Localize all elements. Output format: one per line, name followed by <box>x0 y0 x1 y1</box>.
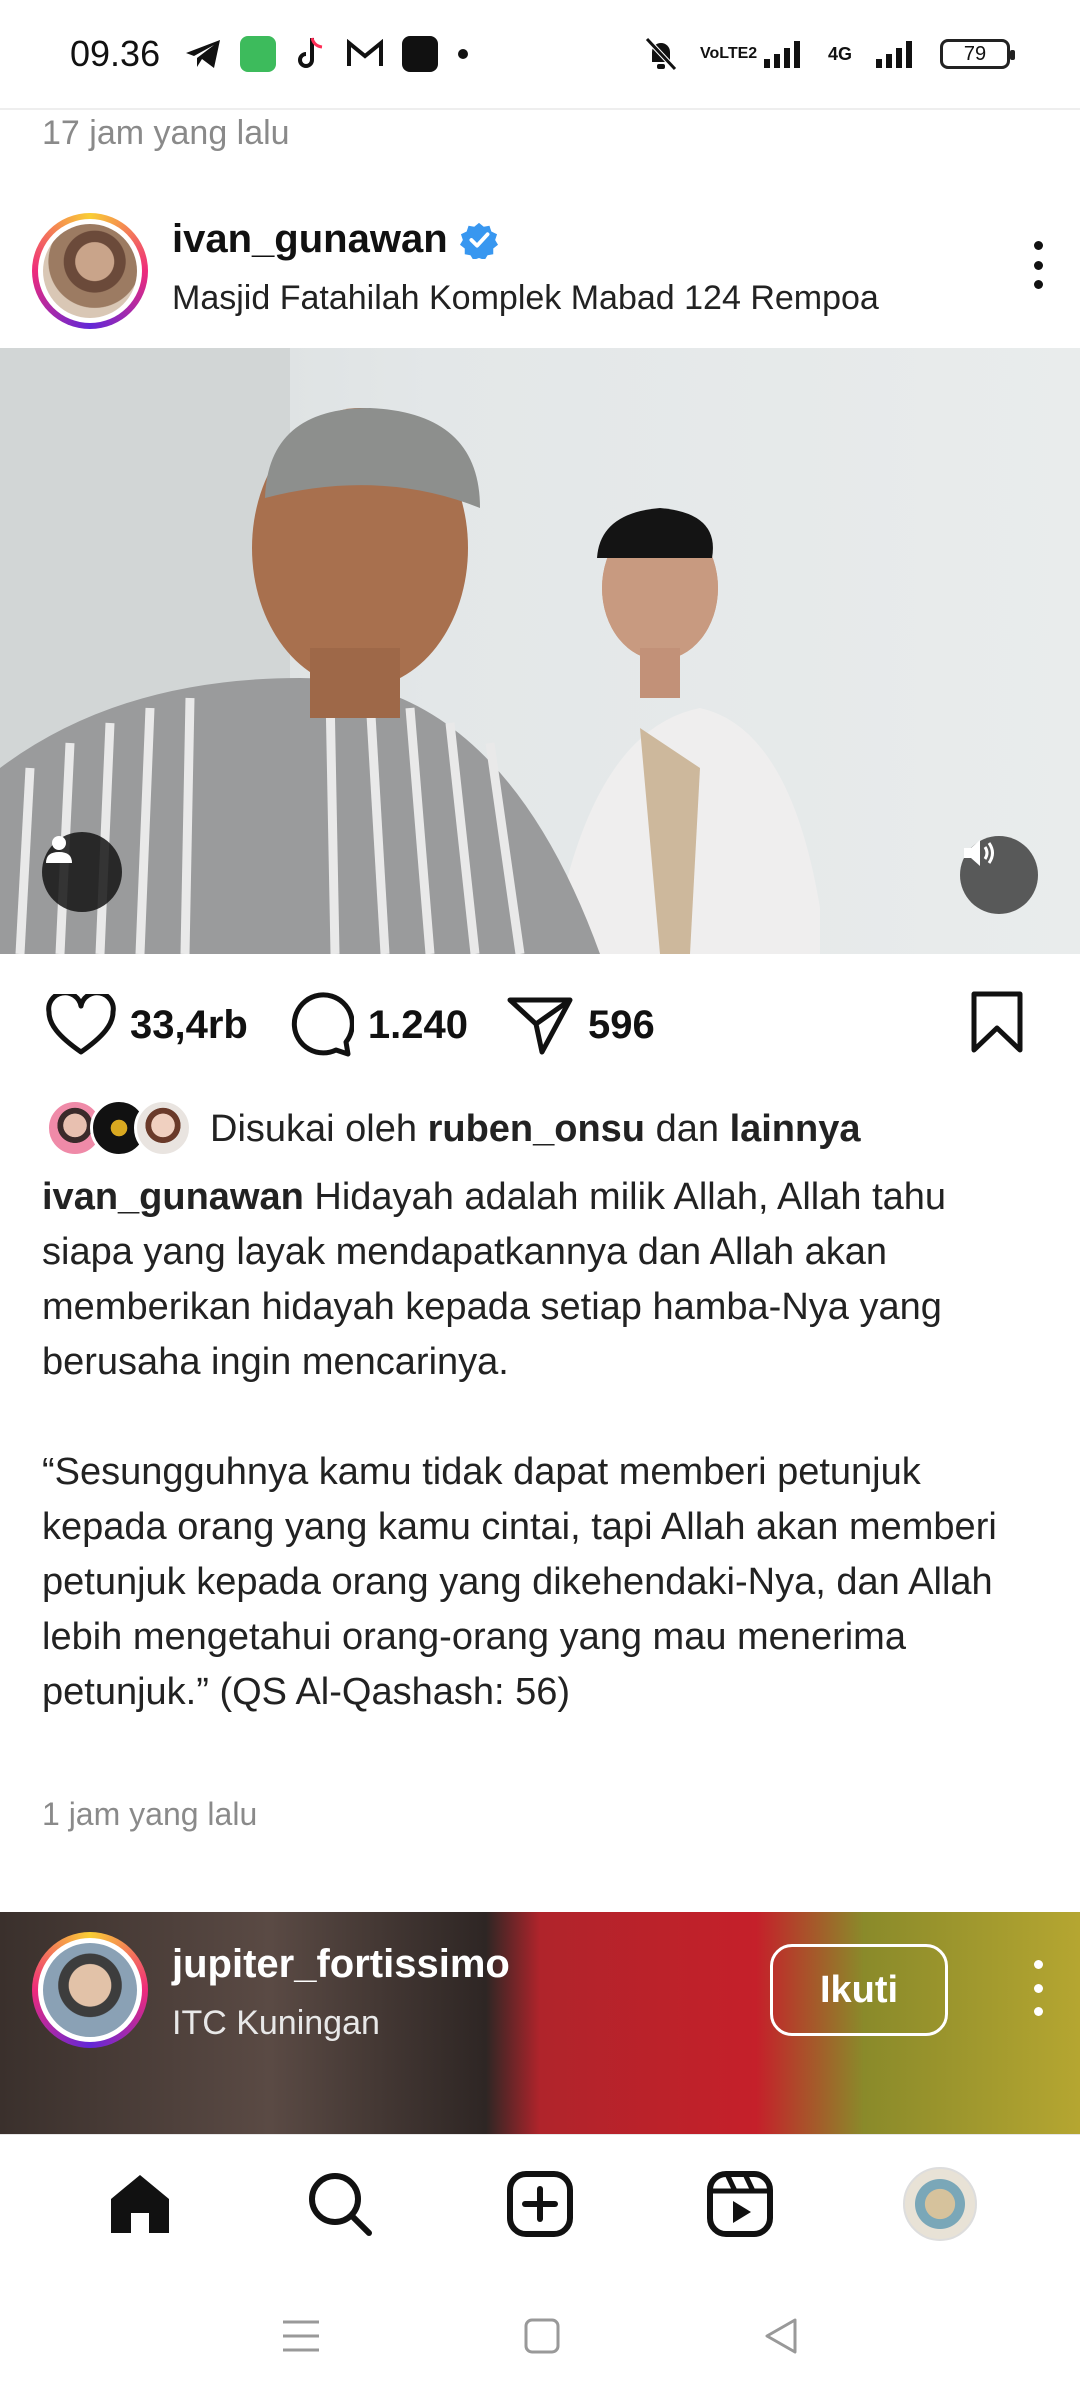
post-header: ivan_gunawan Masjid Fatahilah Komplek Ma… <box>0 205 1080 340</box>
volume-icon <box>964 840 994 866</box>
like-count[interactable]: 33,4rb <box>130 1003 248 1048</box>
network-type-label: 4G <box>827 44 852 64</box>
reels-icon[interactable] <box>705 2169 775 2239</box>
liker-avatar <box>134 1099 192 1157</box>
calculator-app-icon <box>240 36 277 72</box>
profile-avatar[interactable] <box>903 2166 977 2241</box>
next-post-username[interactable]: jupiter_fortissimo <box>172 1942 510 1987</box>
heart-icon[interactable] <box>46 994 116 1056</box>
photo-illustration <box>0 348 820 954</box>
sound-toggle-button[interactable] <box>960 836 1038 914</box>
home-icon[interactable] <box>105 2171 175 2237</box>
follow-button[interactable]: Ikuti <box>770 1944 948 2036</box>
liked-by-conj: dan <box>655 1107 719 1150</box>
liked-by-avatars <box>46 1099 196 1159</box>
notification-icons <box>184 36 470 72</box>
post-username[interactable]: ivan_gunawan <box>172 217 498 262</box>
home-button-icon[interactable] <box>522 2316 562 2356</box>
next-post-header: jupiter_fortissimo ITC Kuningan Ikuti <box>0 1912 1080 2134</box>
signal-icon <box>763 41 800 68</box>
username-text[interactable]: ivan_gunawan <box>172 217 448 262</box>
nav-home[interactable] <box>95 2159 185 2249</box>
post-photo[interactable] <box>0 348 1080 954</box>
post-actions: 33,4rb 1.240 596 <box>0 980 1080 1070</box>
bottom-navigation <box>0 2134 1080 2272</box>
tagged-people-button[interactable] <box>42 832 122 912</box>
recent-apps-icon[interactable] <box>279 2316 323 2356</box>
next-post-more-options-button[interactable] <box>1018 1960 1058 2016</box>
liked-by-prefix: Disukai oleh <box>210 1107 417 1150</box>
previous-post-time: 17 jam yang lalu <box>42 114 290 152</box>
like-action[interactable]: 33,4rb <box>46 994 248 1056</box>
app-notification-icon <box>402 36 439 72</box>
person-icon <box>46 836 72 863</box>
telegram-icon <box>186 40 221 68</box>
tiktok-icon <box>298 37 323 68</box>
share-count[interactable]: 596 <box>588 1003 655 1048</box>
nav-create[interactable] <box>495 2159 585 2249</box>
volte-label: VoLTE2 <box>699 45 758 62</box>
comment-count[interactable]: 1.240 <box>368 1003 468 1048</box>
verified-badge-icon <box>459 222 498 259</box>
liked-by-others-link[interactable]: lainnya <box>730 1108 861 1150</box>
next-post-location[interactable]: ITC Kuningan <box>172 2004 380 2043</box>
nav-reels[interactable] <box>695 2159 785 2249</box>
status-time: 09.36 <box>70 33 161 74</box>
share-icon[interactable] <box>506 994 574 1056</box>
caption-paragraph-2: “Sesungguhnya kamu tidak dapat memberi p… <box>42 1451 997 1713</box>
avatar-image <box>43 224 137 318</box>
caption-paragraph-1: ivan_gunawan Hidayah adalah milik Allah,… <box>42 1170 1042 1390</box>
liked-by-text[interactable]: Disukai oleh ruben_onsu dan lainnya <box>210 1108 861 1151</box>
mute-bell-icon <box>645 37 677 71</box>
signal-icon-2 <box>876 41 912 68</box>
post-avatar[interactable] <box>32 213 148 329</box>
post-timestamp: 1 jam yang lalu <box>42 1796 258 1832</box>
bookmark-icon[interactable] <box>968 990 1026 1054</box>
comment-action[interactable]: 1.240 <box>286 992 468 1058</box>
search-icon[interactable] <box>305 2169 375 2239</box>
next-post-avatar[interactable] <box>32 1932 148 2048</box>
status-bar: 09.36 VoLTE2 4G 79 <box>0 0 1080 108</box>
post-more-options-button[interactable] <box>1018 235 1058 295</box>
next-post-avatar-image <box>38 1938 142 2042</box>
post-location[interactable]: Masjid Fatahilah Komplek Mabad 124 Rempo… <box>172 279 879 318</box>
system-icons: VoLTE2 4G 79 <box>644 36 1015 72</box>
save-button[interactable] <box>968 990 1026 1059</box>
create-icon[interactable] <box>505 2169 575 2239</box>
gmail-icon <box>347 39 384 66</box>
liked-by-user-link[interactable]: ruben_onsu <box>428 1108 645 1150</box>
system-navigation <box>0 2272 1080 2400</box>
liked-by-row[interactable]: Disukai oleh ruben_onsu dan lainnya <box>46 1096 861 1162</box>
share-action[interactable]: 596 <box>506 994 655 1056</box>
comment-icon[interactable] <box>286 992 354 1058</box>
nav-profile[interactable] <box>895 2159 985 2249</box>
nav-search[interactable] <box>295 2159 385 2249</box>
caption-username[interactable]: ivan_gunawan <box>42 1176 304 1218</box>
post-caption: ivan_gunawan Hidayah adalah milik Allah,… <box>42 1170 1042 1775</box>
battery-indicator: 79 <box>940 39 1015 69</box>
more-notifications-dot <box>458 49 469 59</box>
back-icon[interactable] <box>761 2316 801 2356</box>
status-divider <box>0 108 1080 110</box>
